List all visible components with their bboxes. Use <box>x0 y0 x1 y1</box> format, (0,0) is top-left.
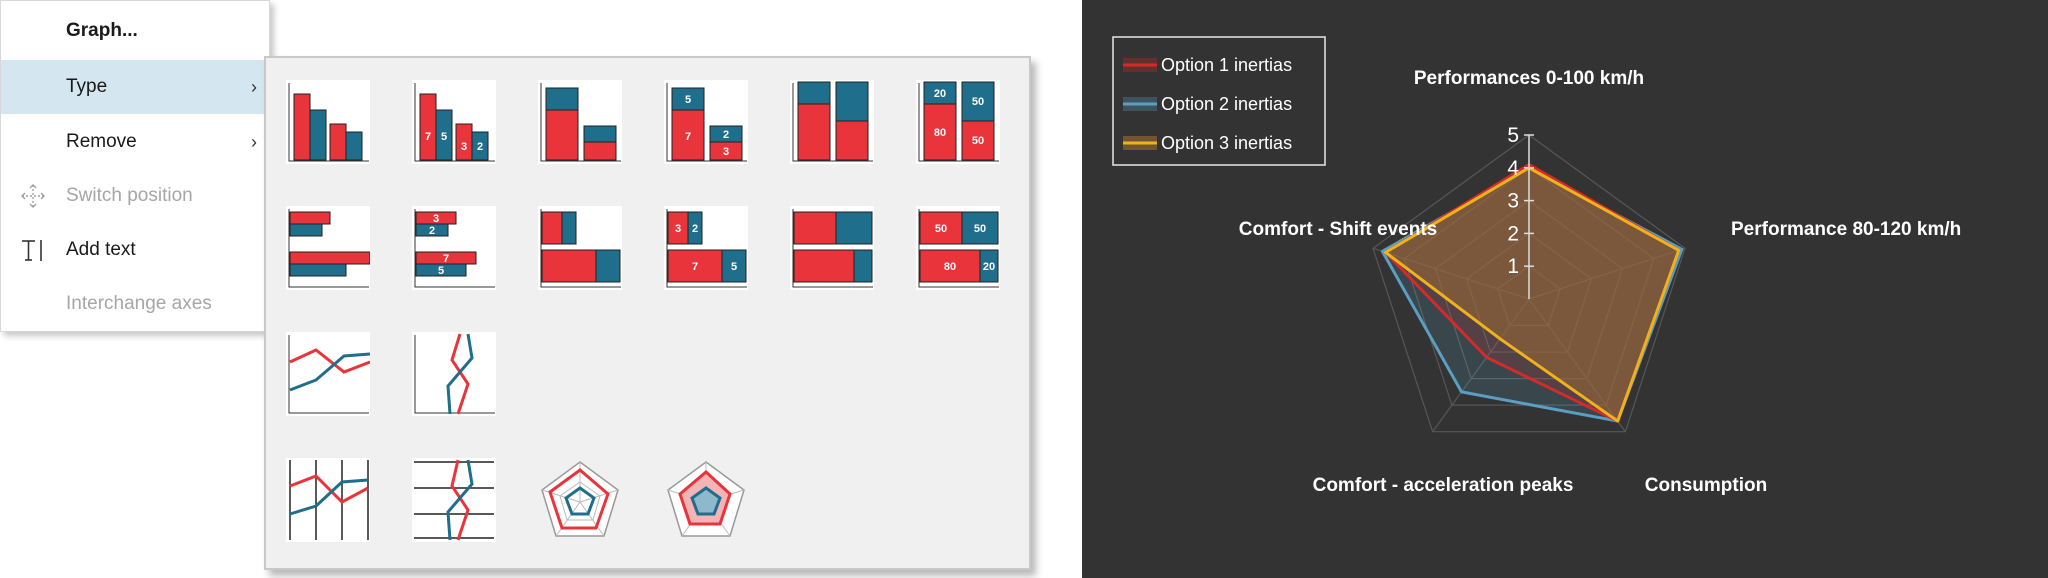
thumb-data-label: 3 <box>461 141 467 153</box>
radar-chart-panel: 1 2 3 4 5 Performances 0-100 km/h Performance… <box>1082 0 2048 578</box>
chart-type-submenu: 7 5 3 2 5 7 2 3 20 80 50 50 3 2 7 5 3 2 … <box>264 56 1031 570</box>
thumb-data-label: 7 <box>685 131 691 143</box>
stacked-column-100-labeled-chart-type[interactable]: 20 80 50 50 <box>916 80 1000 164</box>
thumb-data-label: 5 <box>731 261 737 273</box>
radar-chart: 1 2 3 4 5 Performances 0-100 km/h Performance… <box>1112 36 1961 496</box>
legend-label: Option 3 inertias <box>1161 133 1292 153</box>
stacked-column-labeled-chart-type[interactable]: 5 7 2 3 <box>664 80 748 164</box>
stacked-column-100-chart-type[interactable] <box>790 80 874 164</box>
stacked-bar-100-labeled-chart-type[interactable]: 50 50 80 20 <box>916 206 1000 290</box>
thumb-data-label: 50 <box>972 135 984 147</box>
parallel-coordinates-chart-type[interactable] <box>286 458 370 542</box>
radar-tick-label: 1 <box>1507 255 1519 278</box>
vertical-line-chart-type[interactable] <box>412 332 496 416</box>
thumb-data-label: 5 <box>685 94 691 106</box>
radar-chart-type[interactable] <box>538 458 622 542</box>
switch-position-menu-item[interactable]: Switch position <box>1 169 269 223</box>
radar-axis-label: Comfort - Shift events <box>1239 219 1437 240</box>
chevron-right-icon: › <box>251 132 257 152</box>
radar-axis-label: Consumption <box>1645 475 1767 496</box>
chart-legend: Option 1 inertias Option 2 inertias Option… <box>1112 36 1326 166</box>
vertical-parallel-coordinates-chart-type[interactable] <box>412 458 496 542</box>
line-chart-type[interactable] <box>286 332 370 416</box>
interchange-axes-menu-item[interactable]: Interchange axes <box>1 277 269 331</box>
thumb-data-label: 20 <box>934 88 946 100</box>
add-text-menu-item[interactable]: Add text <box>1 223 269 277</box>
thumb-data-label: 2 <box>477 141 483 153</box>
radar-tick-label: 3 <box>1507 190 1519 213</box>
stacked-bar-chart-type[interactable] <box>538 206 622 290</box>
legend-label: Option 1 inertias <box>1161 55 1292 75</box>
grouped-bar-chart-type[interactable] <box>286 206 370 290</box>
text-cursor-icon <box>19 236 47 264</box>
thumb-data-label: 50 <box>935 223 947 235</box>
stacked-bar-labeled-chart-type[interactable]: 3 2 7 5 <box>664 206 748 290</box>
grouped-bar-labeled-chart-type[interactable]: 3 2 7 5 <box>412 206 496 290</box>
grouped-column-chart-type[interactable] <box>286 80 370 164</box>
context-menu: Graph... Type › Remove › Switch position <box>0 0 270 332</box>
radar-tick-label: 4 <box>1507 157 1519 180</box>
radar-axis-label: Performances 0-100 km/h <box>1414 68 1644 89</box>
interchange-axes-menu-label: Interchange axes <box>66 293 212 314</box>
radar-tick-label: 5 <box>1507 124 1519 147</box>
radar-axis-label: Comfort - acceleration peaks <box>1313 475 1574 496</box>
thumb-data-label: 3 <box>433 213 439 225</box>
thumb-data-label: 3 <box>723 146 729 158</box>
radar-axis-label: Performance 80-120 km/h <box>1731 219 1961 240</box>
radar-tick-label: 2 <box>1507 222 1519 245</box>
thumb-data-label: 2 <box>692 223 698 235</box>
thumb-data-label: 80 <box>934 127 946 139</box>
thumb-data-label: 5 <box>438 265 444 277</box>
thumb-data-label: 7 <box>443 253 449 265</box>
thumb-data-label: 50 <box>974 223 986 235</box>
switch-position-menu-label: Switch position <box>66 185 193 206</box>
thumb-data-label: 20 <box>983 261 995 273</box>
thumb-data-label: 7 <box>692 261 698 273</box>
remove-menu-label: Remove <box>66 131 137 152</box>
move-arrows-icon <box>19 182 47 210</box>
thumb-data-label: 2 <box>429 225 435 237</box>
remove-menu-item[interactable]: Remove › <box>1 115 269 169</box>
thumb-data-label: 5 <box>441 131 447 143</box>
type-menu-label: Type <box>66 76 108 97</box>
grouped-column-labeled-chart-type[interactable]: 7 5 3 2 <box>412 80 496 164</box>
thumb-data-label: 2 <box>723 129 729 141</box>
thumb-data-label: 80 <box>944 261 956 273</box>
thumb-data-label: 3 <box>675 223 681 235</box>
filled-radar-chart-type[interactable] <box>664 458 748 542</box>
stacked-column-chart-type[interactable] <box>538 80 622 164</box>
type-menu-item[interactable]: Type › <box>1 60 269 114</box>
graph-menu-item[interactable]: Graph... <box>1 4 269 58</box>
thumb-data-label: 7 <box>425 131 431 143</box>
legend-label: Option 2 inertias <box>1161 94 1292 114</box>
thumb-data-label: 50 <box>972 96 984 108</box>
graph-menu-label: Graph... <box>66 20 138 41</box>
stacked-bar-100-chart-type[interactable] <box>790 206 874 290</box>
chevron-right-icon: › <box>251 77 257 97</box>
add-text-menu-label: Add text <box>66 239 136 260</box>
